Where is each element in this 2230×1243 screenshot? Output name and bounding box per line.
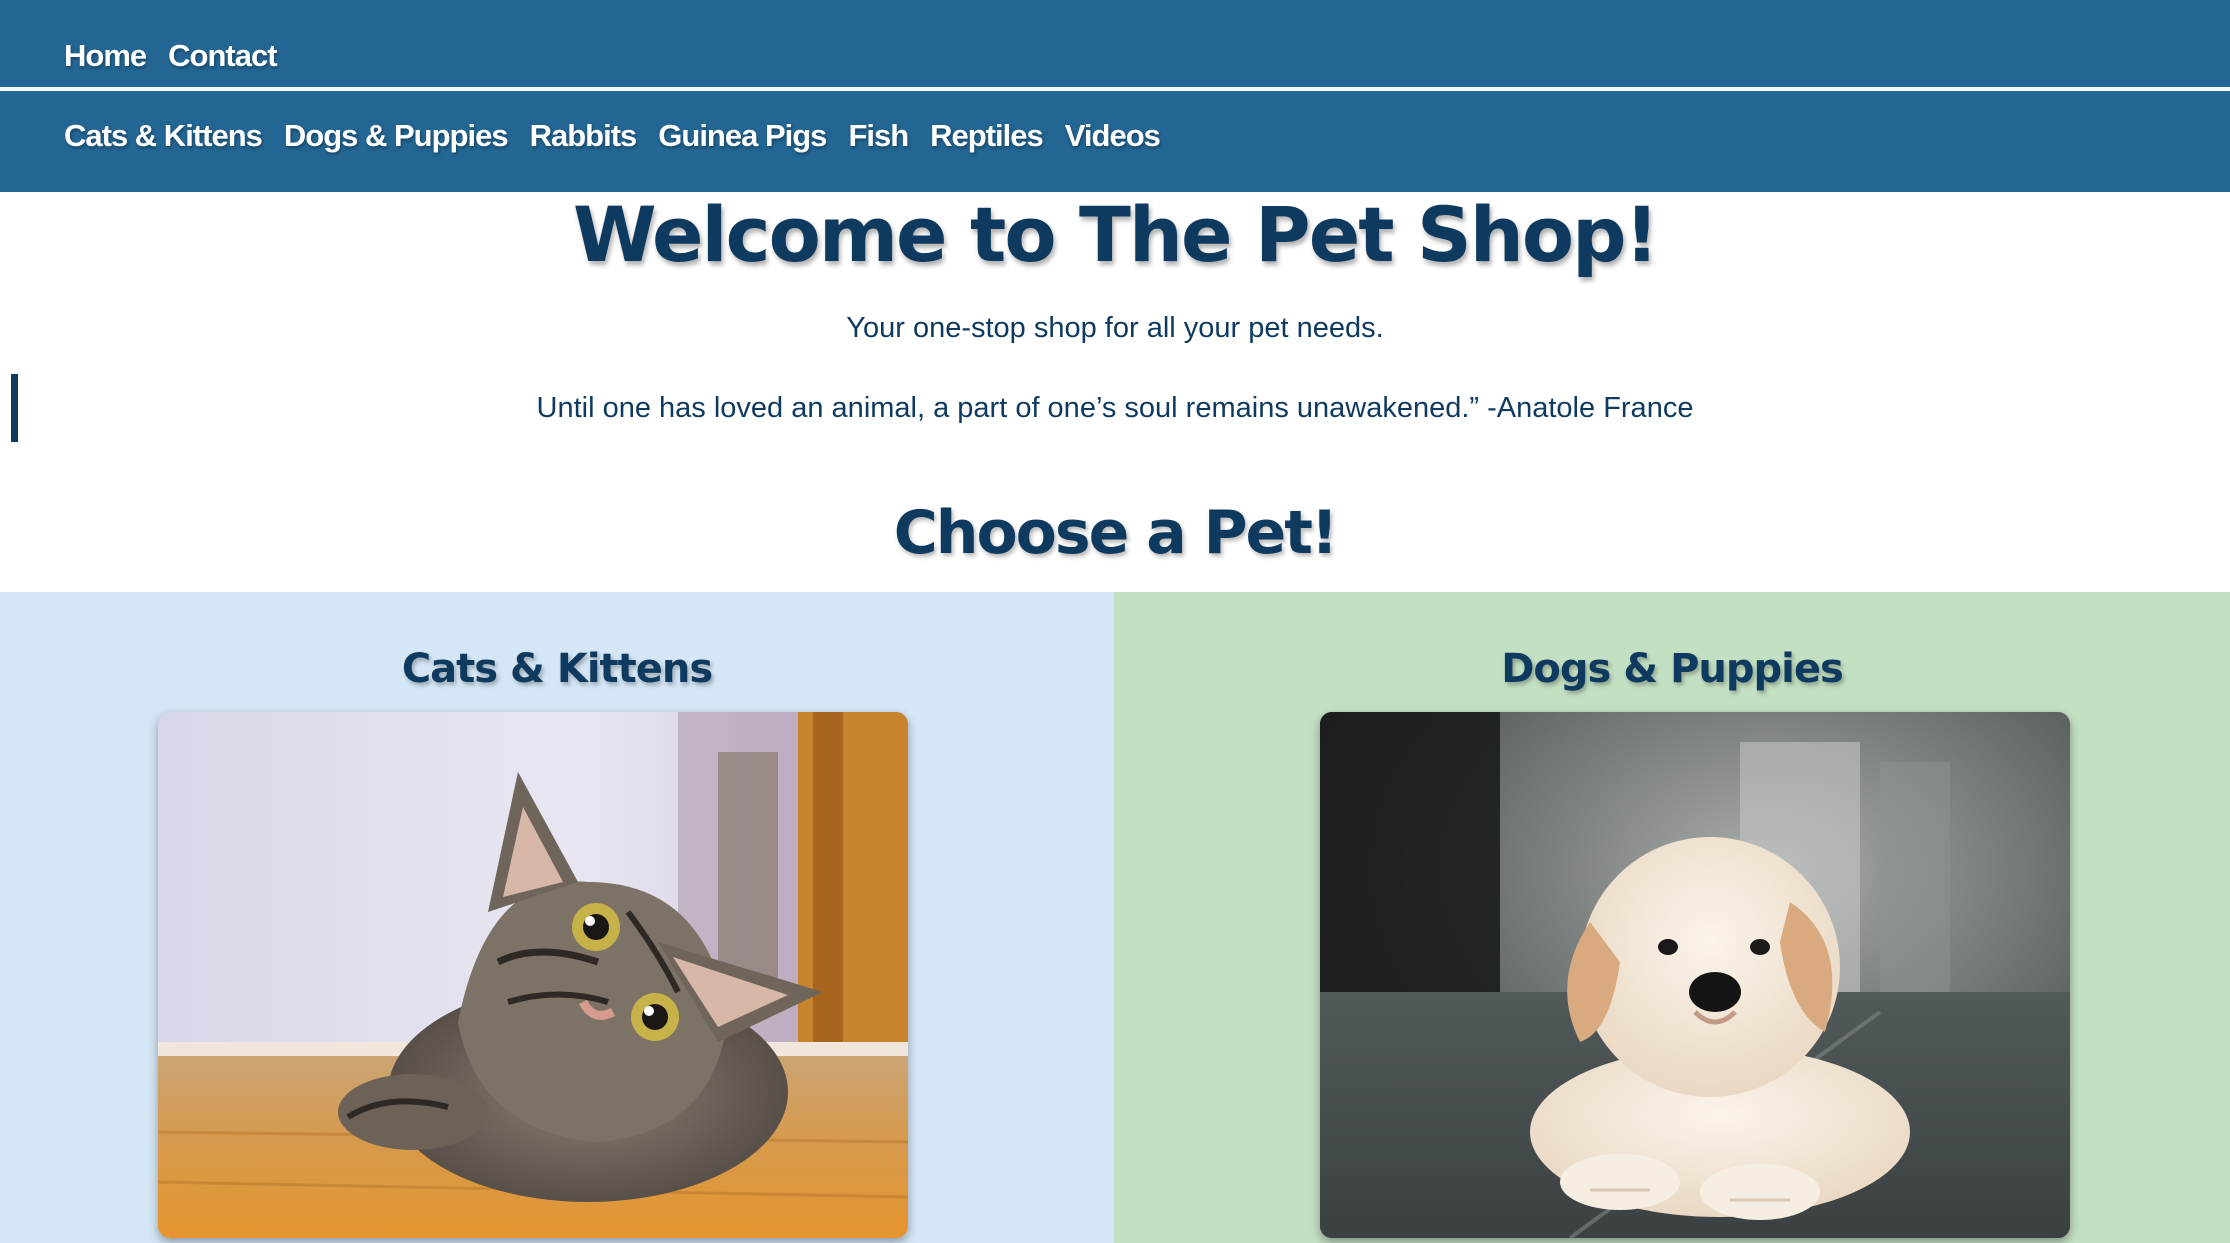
nav-link-guinea-pigs[interactable]: Guinea Pigs — [658, 118, 827, 154]
top-navigation: Home Contact Cats & Kittens Dogs & Puppi… — [0, 0, 2230, 192]
nav-link-fish[interactable]: Fish — [848, 118, 909, 154]
cats-kittens-heading[interactable]: Cats & Kittens — [0, 644, 1114, 694]
tabby-kitten-photo[interactable] — [158, 712, 908, 1238]
quote-text: Until one has loved an animal, a part of… — [536, 392, 1694, 424]
primary-nav: Home Contact — [64, 34, 278, 78]
tagline: Your one-stop shop for all your pet need… — [846, 312, 1384, 344]
nav-link-contact[interactable]: Contact — [168, 38, 277, 74]
cats-kittens-panel: Cats & Kittens — [0, 592, 1114, 1243]
nav-link-dogs-puppies[interactable]: Dogs & Puppies — [284, 118, 509, 154]
nav-link-rabbits[interactable]: Rabbits — [530, 118, 638, 154]
nav-divider — [0, 87, 2230, 91]
dogs-puppies-panel: Dogs & Puppies — [1114, 592, 2230, 1243]
nav-link-cats-kittens[interactable]: Cats & Kittens — [64, 118, 263, 154]
nav-link-home[interactable]: Home — [64, 38, 147, 74]
golden-puppy-photo[interactable] — [1320, 712, 2070, 1238]
category-nav: Cats & Kittens Dogs & Puppies Rabbits Gu… — [64, 114, 1161, 158]
page-title: Welcome to The Pet Shop! — [572, 190, 1659, 279]
nav-link-videos[interactable]: Videos — [1065, 118, 1161, 154]
dogs-puppies-heading[interactable]: Dogs & Puppies — [1114, 644, 2230, 694]
choose-pet-heading: Choose a Pet! — [893, 498, 1339, 568]
nav-link-reptiles[interactable]: Reptiles — [930, 118, 1044, 154]
